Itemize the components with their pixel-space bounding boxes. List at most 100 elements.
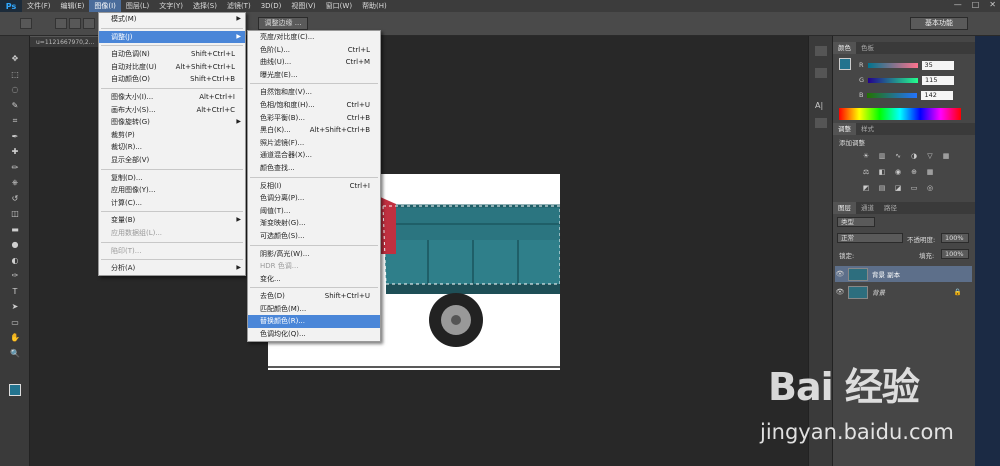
add-selection-icon[interactable] bbox=[69, 18, 81, 29]
gradient-map-icon[interactable]: ▭ bbox=[909, 184, 919, 193]
paragraph-icon[interactable] bbox=[815, 118, 827, 128]
menu-item[interactable]: 分析(A) ▶ bbox=[99, 262, 245, 275]
pen-tool-icon[interactable]: ✑ bbox=[9, 271, 21, 280]
foreground-color-icon[interactable] bbox=[9, 384, 21, 396]
posterize-icon[interactable]: ▤ bbox=[877, 184, 887, 193]
minimize-icon[interactable]: — bbox=[954, 0, 962, 9]
curves-icon[interactable]: ∿ bbox=[893, 152, 903, 161]
channel-mixer-icon[interactable]: ⊕ bbox=[909, 168, 919, 177]
menu-item[interactable]: 复制(D)... bbox=[99, 172, 245, 185]
menu-5[interactable]: 选择(S) bbox=[188, 0, 222, 12]
eyedropper-tool-icon[interactable]: ✒ bbox=[9, 132, 21, 141]
dodge-tool-icon[interactable]: ◐ bbox=[9, 256, 21, 265]
red-slider[interactable] bbox=[867, 62, 918, 68]
hue-sat-icon[interactable]: ▦ bbox=[941, 152, 951, 161]
properties-icon[interactable] bbox=[815, 68, 827, 78]
menu-item[interactable]: 调整(J) ▶ bbox=[99, 30, 245, 44]
photo-filter-icon[interactable]: ◉ bbox=[893, 168, 903, 177]
clone-stamp-tool-icon[interactable]: ⎈ bbox=[9, 178, 21, 187]
menu-item[interactable]: 变化... bbox=[248, 273, 380, 286]
history-brush-tool-icon[interactable]: ↺ bbox=[9, 194, 21, 203]
visibility-eye-icon[interactable]: 👁 bbox=[835, 288, 845, 296]
menu-2[interactable]: 图像(I) bbox=[89, 0, 121, 12]
menu-item[interactable]: 自动颜色(O) Shift+Ctrl+B bbox=[99, 73, 245, 86]
menu-item[interactable]: 亮度/对比度(C)... bbox=[248, 31, 380, 44]
menu-item[interactable]: 裁剪(P) bbox=[99, 129, 245, 142]
threshold-icon[interactable]: ◪ bbox=[893, 184, 903, 193]
menu-item[interactable]: 模式(M) ▶ bbox=[99, 13, 245, 26]
marquee-tool-icon[interactable]: ⬚ bbox=[9, 70, 21, 79]
menu-item[interactable]: 可选颜色(S)... bbox=[248, 230, 380, 243]
menu-item[interactable]: 色调分离(P)... bbox=[248, 192, 380, 205]
vibrance-icon[interactable]: ▽ bbox=[925, 152, 935, 161]
menu-9[interactable]: 窗口(W) bbox=[321, 0, 357, 12]
workspace-select[interactable]: 基本功能 bbox=[910, 17, 968, 30]
black-white-icon[interactable]: ◧ bbox=[877, 168, 887, 177]
blur-tool-icon[interactable]: ● bbox=[9, 240, 21, 249]
fill-input[interactable]: 100% bbox=[941, 249, 969, 259]
menu-item[interactable]: 阈值(T)... bbox=[248, 205, 380, 218]
menu-item[interactable]: 裁切(R)... bbox=[99, 141, 245, 154]
color-lookup-icon[interactable]: ▦ bbox=[925, 168, 935, 177]
menu-item[interactable]: 阴影/高光(W)... bbox=[248, 248, 380, 261]
menu-item[interactable]: 色彩平衡(B)... Ctrl+B bbox=[248, 112, 380, 125]
zoom-tool-icon[interactable]: 🔍 bbox=[9, 349, 21, 358]
layer-row[interactable]: 👁 背景 🔒 bbox=[835, 284, 972, 300]
menu-item[interactable]: 匹配颜色(M)... bbox=[248, 303, 380, 316]
color-spectrum[interactable] bbox=[839, 108, 961, 120]
exposure-icon[interactable]: ◑ bbox=[909, 152, 919, 161]
brightness-icon[interactable]: ☀ bbox=[861, 152, 871, 161]
tab-paths[interactable]: 路径 bbox=[879, 202, 902, 214]
tab-color[interactable]: 颜色 bbox=[833, 42, 856, 54]
gradient-tool-icon[interactable]: ▬ bbox=[9, 225, 21, 234]
green-value[interactable]: 115 bbox=[922, 75, 955, 85]
path-select-tool-icon[interactable]: ➤ bbox=[9, 302, 21, 311]
lasso-tool-icon[interactable]: ◌ bbox=[9, 85, 21, 94]
blue-value[interactable]: 142 bbox=[921, 90, 954, 100]
type-tool-icon[interactable]: T bbox=[9, 287, 21, 296]
menu-item[interactable]: 自动对比度(U) Alt+Shift+Ctrl+L bbox=[99, 61, 245, 74]
hand-tool-icon[interactable]: ✋ bbox=[9, 333, 21, 342]
opacity-input[interactable]: 100% bbox=[941, 233, 969, 243]
menu-item[interactable]: 画布大小(S)... Alt+Ctrl+C bbox=[99, 104, 245, 117]
green-slider[interactable] bbox=[868, 77, 919, 83]
history-icon[interactable] bbox=[815, 46, 827, 56]
menu-item[interactable]: 显示全部(V) bbox=[99, 154, 245, 167]
menu-item[interactable]: 去色(D) Shift+Ctrl+U bbox=[248, 290, 380, 303]
close-icon[interactable]: ✕ bbox=[989, 0, 996, 9]
menu-item[interactable]: 变量(B) ▶ bbox=[99, 214, 245, 227]
color-balance-icon[interactable]: ⚖ bbox=[861, 168, 871, 177]
menu-8[interactable]: 视图(V) bbox=[286, 0, 320, 12]
blend-mode-select[interactable]: 正常 bbox=[837, 233, 903, 243]
document-tab[interactable]: u=1121667970,2... bbox=[30, 36, 100, 47]
menu-item[interactable]: 图像旋转(G) ▶ bbox=[99, 116, 245, 129]
menu-item[interactable]: 计算(C)... bbox=[99, 197, 245, 210]
menu-item[interactable]: 反相(I) Ctrl+I bbox=[248, 180, 380, 193]
crop-tool-icon[interactable]: ⌗ bbox=[9, 116, 21, 125]
menu-4[interactable]: 文字(Y) bbox=[154, 0, 188, 12]
visibility-eye-icon[interactable]: 👁 bbox=[835, 270, 845, 278]
menu-item[interactable]: 色相/饱和度(H)... Ctrl+U bbox=[248, 99, 380, 112]
menu-item[interactable]: 应用图像(Y)... bbox=[99, 184, 245, 197]
new-selection-icon[interactable] bbox=[55, 18, 67, 29]
menu-item[interactable]: 自然饱和度(V)... bbox=[248, 86, 380, 99]
menu-item[interactable]: 色阶(L)... Ctrl+L bbox=[248, 44, 380, 57]
menu-6[interactable]: 滤镜(T) bbox=[222, 0, 256, 12]
blue-slider[interactable] bbox=[867, 92, 918, 98]
levels-icon[interactable]: ▥ bbox=[877, 152, 887, 161]
selective-color-icon[interactable]: ◎ bbox=[925, 184, 935, 193]
menu-item[interactable]: 替换颜色(R)... bbox=[248, 315, 380, 329]
red-value[interactable]: 35 bbox=[921, 60, 954, 70]
menu-3[interactable]: 图层(L) bbox=[121, 0, 154, 12]
foreground-color-swatch[interactable] bbox=[839, 58, 851, 70]
tab-layers[interactable]: 图层 bbox=[833, 202, 856, 214]
menu-item[interactable]: 曲线(U)... Ctrl+M bbox=[248, 56, 380, 69]
menu-item[interactable]: 通道混合器(X)... bbox=[248, 149, 380, 162]
menu-item[interactable]: 色调均化(Q)... bbox=[248, 328, 380, 341]
healing-tool-icon[interactable]: ✚ bbox=[9, 147, 21, 156]
character-icon[interactable]: A| bbox=[815, 101, 827, 111]
invert-icon[interactable]: ◩ bbox=[861, 184, 871, 193]
menu-item[interactable]: 颜色查找... bbox=[248, 162, 380, 175]
menu-item[interactable]: 曝光度(E)... bbox=[248, 69, 380, 82]
menu-item[interactable]: 照片滤镜(F)... bbox=[248, 137, 380, 150]
